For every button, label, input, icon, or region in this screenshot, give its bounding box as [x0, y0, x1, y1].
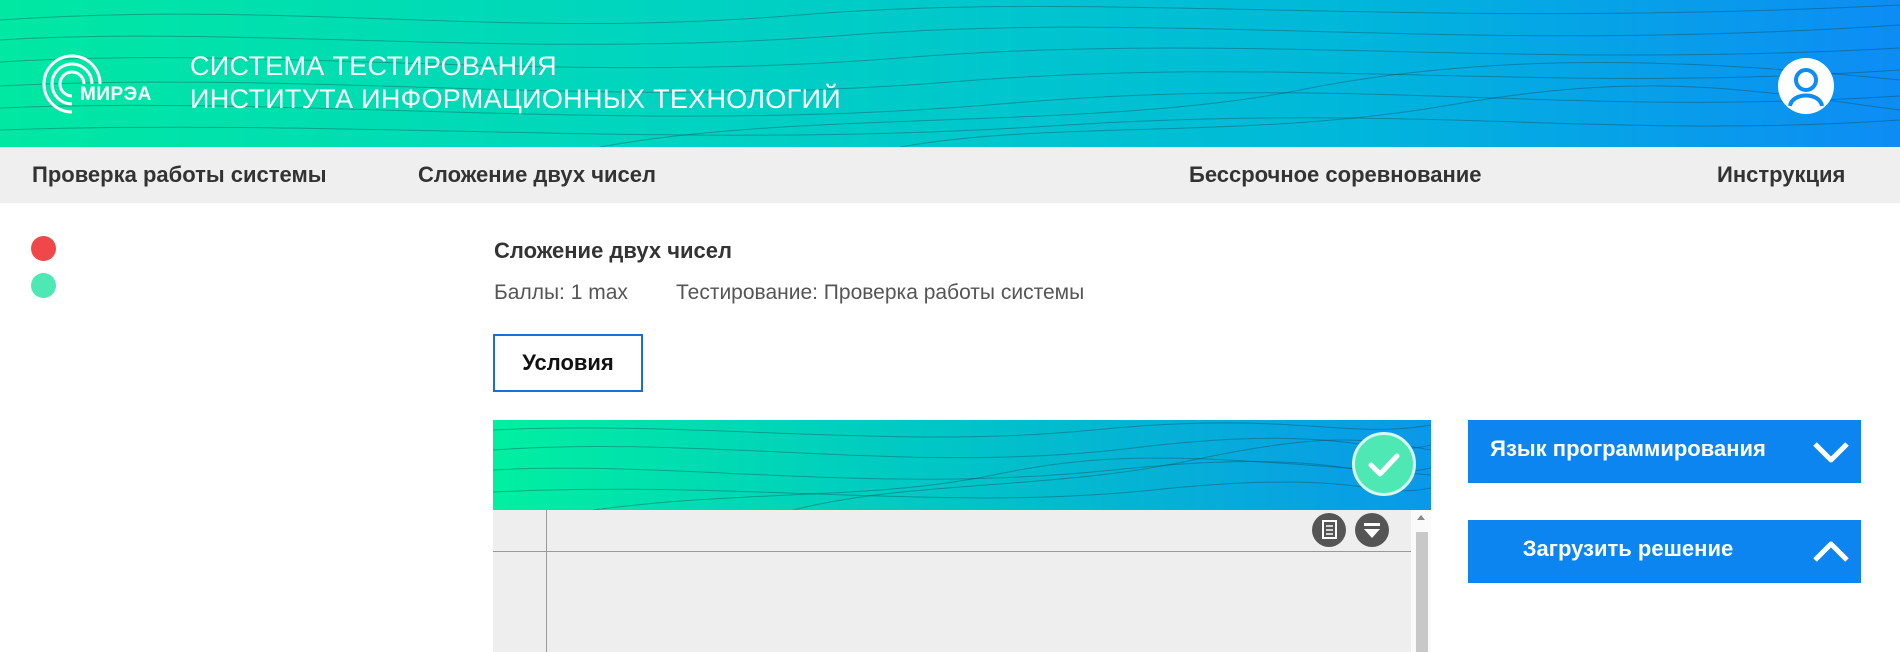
- user-avatar[interactable]: [1778, 58, 1834, 114]
- submit-check-button[interactable]: [1352, 432, 1416, 496]
- page-title: СИСТЕМА ТЕСТИРОВАНИЯ ИНСТИТУТА ИНФОРМАЦИ…: [190, 50, 841, 116]
- title-line-2: ИНСТИТУТА ИНФОРМАЦИОННЫХ ТЕХНОЛОГИЙ: [190, 84, 841, 114]
- logo-text: МИРЭА: [80, 84, 152, 105]
- top-navigation: Проверка работы системы Сложение двух чи…: [0, 147, 1900, 203]
- scrollbar-thumb[interactable]: [1416, 532, 1428, 652]
- user-icon: [1788, 68, 1824, 107]
- conditions-button[interactable]: Условия: [493, 334, 643, 392]
- editor-divider: [493, 551, 1411, 552]
- status-dot-red: [31, 236, 56, 261]
- status-dot-green: [31, 273, 56, 298]
- site-header: МИРЭА СИСТЕМА ТЕСТИРОВАНИЯ ИНСТИТУТА ИНФ…: [0, 0, 1900, 147]
- language-select-label: Язык программирования: [1490, 436, 1766, 461]
- chevron-down-icon: [1813, 442, 1849, 463]
- scroll-up-icon: [1417, 515, 1425, 520]
- upload-solution-label: Загрузить решение: [1522, 536, 1734, 561]
- nav-item-addition-task[interactable]: Сложение двух чисел: [418, 162, 656, 188]
- dropdown-button[interactable]: [1355, 513, 1389, 547]
- title-line-1: СИСТЕМА ТЕСТИРОВАНИЯ: [190, 51, 557, 81]
- editor-wave-pattern: [493, 422, 1431, 510]
- nav-item-competition[interactable]: Бессрочное соревнование: [1189, 162, 1482, 188]
- task-score: Баллы: 1 max: [494, 281, 628, 304]
- task-testing: Тестирование: Проверка работы системы: [676, 281, 1085, 304]
- task-title: Сложение двух чисел: [494, 238, 732, 263]
- editor-text-area[interactable]: [493, 510, 1411, 652]
- language-select[interactable]: Язык программирования: [1468, 420, 1861, 483]
- editor-header: [493, 420, 1431, 510]
- editor-scrollbar[interactable]: [1411, 510, 1431, 652]
- document-icon: [1322, 520, 1337, 539]
- nav-item-system-check[interactable]: Проверка работы системы: [32, 162, 327, 188]
- upload-solution-button[interactable]: Загрузить решение: [1468, 520, 1861, 583]
- line-number-gutter: [546, 510, 547, 652]
- nav-item-instructions[interactable]: Инструкция: [1717, 162, 1845, 188]
- dropdown-icon: [1364, 523, 1380, 538]
- check-icon: [1368, 453, 1400, 477]
- code-editor: [493, 420, 1431, 652]
- document-button[interactable]: [1312, 513, 1346, 547]
- chevron-up-icon: [1813, 541, 1849, 562]
